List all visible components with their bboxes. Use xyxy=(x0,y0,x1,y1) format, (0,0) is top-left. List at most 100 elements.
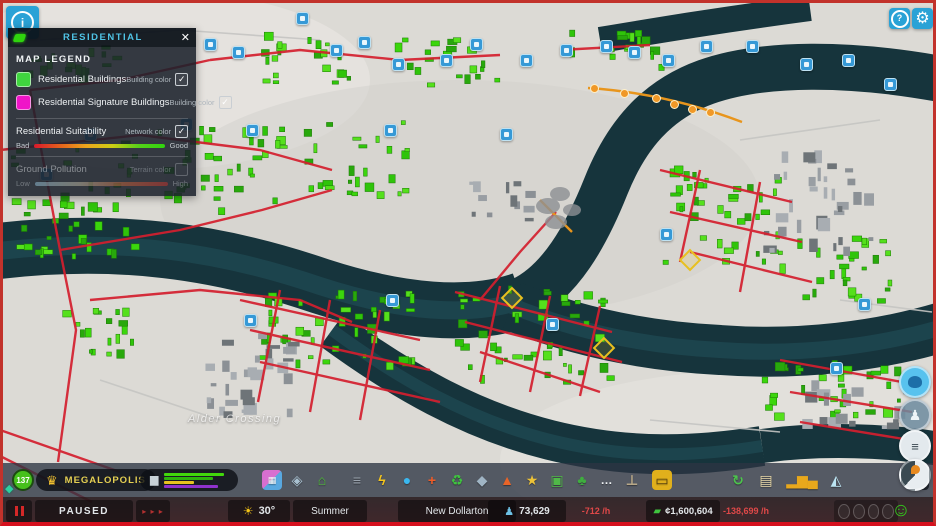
divider xyxy=(16,156,188,157)
legend-row-type: Terrain color xyxy=(129,165,171,174)
demand-bar-residential-high xyxy=(164,476,213,480)
magenta-swatch xyxy=(16,95,31,110)
legend-titlebar: RESIDENTIAL ✕ xyxy=(8,28,196,47)
bulldozer-icon[interactable]: ▭ xyxy=(652,470,672,490)
sim-speed-control[interactable]: ▸ ▸ ▸ xyxy=(136,500,170,522)
legend-row-label: Residential Signature Buildings xyxy=(38,97,170,108)
population-rate: -712 /h xyxy=(581,506,611,516)
statistics-icon[interactable]: ▂▆▄ xyxy=(786,470,817,490)
money-value: ¢1,600,604 xyxy=(665,505,713,517)
demand-bars xyxy=(164,472,228,488)
legend-header: MAP LEGEND xyxy=(16,54,92,65)
suitability-gradient-bar xyxy=(34,143,165,148)
legend-row-label: Ground Pollution xyxy=(16,164,87,175)
legend-row-type: Building color xyxy=(169,98,215,107)
pollution-gradient-bar xyxy=(34,181,168,186)
parks-recreation-icon[interactable]: ♣ xyxy=(572,470,592,490)
question-icon: ? xyxy=(890,9,909,28)
transportation-icon[interactable]: ▣ xyxy=(547,470,567,490)
demand-pill[interactable]: ▆ xyxy=(140,469,238,491)
landmarks-icon[interactable]: ◭ xyxy=(826,470,846,490)
divider xyxy=(16,118,188,119)
status-bar: PAUSED ▸ ▸ ▸ ☀ 30° Summer New Dollarton … xyxy=(0,497,936,526)
fire-rescue-icon[interactable]: ▲ xyxy=(497,470,517,490)
water-sewage-icon[interactable]: ● xyxy=(397,470,417,490)
money-display[interactable]: ▰ ¢1,600,604 xyxy=(646,500,720,522)
legend-row-type: Network color xyxy=(125,127,171,136)
level-badge[interactable]: 137 xyxy=(12,469,34,491)
pause-button[interactable] xyxy=(6,500,32,522)
chirper-notification-button[interactable] xyxy=(899,366,931,398)
pause-icon xyxy=(14,506,18,516)
roads-icon[interactable]: ≡ xyxy=(347,470,367,490)
checkbox[interactable]: ✓ xyxy=(175,73,189,86)
terraforming-icon[interactable]: ⊥ xyxy=(622,470,642,490)
demand-bar-office xyxy=(164,484,218,488)
legend-row-suitability: Residential Suitability Network color ✓ xyxy=(16,125,188,138)
legend-row-pollution: Ground Pollution Terrain color xyxy=(16,163,188,176)
electricity-icon[interactable]: ϟ xyxy=(372,470,392,490)
legend-row-label: Residential Buildings xyxy=(38,74,127,85)
gear-icon: ⚙ xyxy=(915,9,930,27)
milestone-name: MEGALOPOLIS xyxy=(64,474,146,486)
main-toolbar-icons: ▦◈⌂≡ϟ●+♻◆▲★▣♣…⊥▭↻▤▂▆▄◭◉ xyxy=(262,463,929,497)
progression-map-icon[interactable]: ▤ xyxy=(756,470,776,490)
checkbox[interactable]: ✓ xyxy=(218,96,232,109)
population-value: 73,629 xyxy=(519,505,550,517)
scale-max-label: High xyxy=(172,179,188,188)
population-icon: ♟ xyxy=(504,505,515,518)
legend-title: RESIDENTIAL xyxy=(62,32,143,43)
healthcare-icon[interactable]: + xyxy=(422,470,442,490)
bird-badge-icon xyxy=(910,464,920,474)
happiness-indicator[interactable]: ☺ xyxy=(889,500,913,522)
district-name-label: Alder Crossing xyxy=(188,413,282,425)
milestone-pill[interactable]: ♛ MEGALOPOLIS xyxy=(36,469,156,491)
population-display[interactable]: ♟ 73,629 xyxy=(488,500,566,522)
xp-gem-icon: ◆ xyxy=(5,483,14,495)
settings-button[interactable]: ⚙ xyxy=(912,8,933,29)
main-toolbar: 137 ◆ ♛ MEGALOPOLIS ▆ ▦ ◈ ⌂ ≡ ϟ ● + ♻ ◆ ▲ ★ ▣ ♣… ⊥ ▭ ↻ ▤… xyxy=(0,463,936,497)
sun-icon: ☀ xyxy=(242,504,254,518)
legend-row-signature-buildings: Residential Signature Buildings Building… xyxy=(16,95,232,110)
status-dot[interactable] xyxy=(838,503,850,519)
close-icon[interactable]: ✕ xyxy=(181,31,190,44)
legend-row-residential-buildings: Residential Buildings Building color ✓ xyxy=(16,72,189,87)
milestone-progress-button[interactable] xyxy=(899,459,931,491)
citizen-notification-button[interactable]: ♟ xyxy=(899,399,931,431)
suitability-scale: Bad Good xyxy=(16,141,188,150)
chirper-bird-icon xyxy=(908,376,922,388)
scale-min-label: Low xyxy=(16,179,30,188)
districts-icon[interactable]: ◈ xyxy=(287,470,307,490)
money-icon: ▰ xyxy=(653,505,662,517)
legend-row-label: Residential Suitability xyxy=(16,126,107,137)
person-icon: ♟ xyxy=(908,406,922,423)
building-icon: ▆ xyxy=(150,473,159,486)
trophy-icon: ♛ xyxy=(46,472,58,488)
garbage-icon[interactable]: ♻ xyxy=(447,470,467,490)
demand-bar-residential-low xyxy=(164,472,225,476)
checkbox[interactable]: ✓ xyxy=(175,125,188,138)
help-button[interactable]: ? xyxy=(889,8,910,29)
green-swatch xyxy=(16,72,31,87)
education-icon[interactable]: ◆ xyxy=(472,470,492,490)
map-legend-panel: RESIDENTIAL ✕ MAP LEGEND Residential Bui… xyxy=(8,28,232,196)
season-display[interactable]: Summer xyxy=(293,500,367,522)
temperature-display[interactable]: ☀ 30° xyxy=(228,500,290,522)
status-dot[interactable] xyxy=(852,503,865,519)
scale-max-label: Good xyxy=(169,141,188,150)
list-icon: ≡ xyxy=(911,438,919,454)
scale-min-label: Bad xyxy=(16,141,30,150)
legend-row-type: Building color xyxy=(126,75,172,84)
temperature-value: 30° xyxy=(258,505,276,517)
sim-state-label: PAUSED xyxy=(35,500,133,522)
landscaping-icon[interactable]: ⌂ xyxy=(312,470,332,490)
pollution-scale: Low High xyxy=(16,179,188,188)
communications-icon[interactable]: … xyxy=(597,470,617,490)
economy-icon[interactable]: ↻ xyxy=(728,470,748,490)
demand-bar-commercial xyxy=(164,480,194,484)
journal-button[interactable]: ≡ xyxy=(899,430,931,462)
status-dot[interactable] xyxy=(867,503,880,519)
checkbox[interactable] xyxy=(175,163,188,176)
zoning-icon[interactable]: ▦ xyxy=(262,470,282,490)
police-icon[interactable]: ★ xyxy=(522,470,542,490)
